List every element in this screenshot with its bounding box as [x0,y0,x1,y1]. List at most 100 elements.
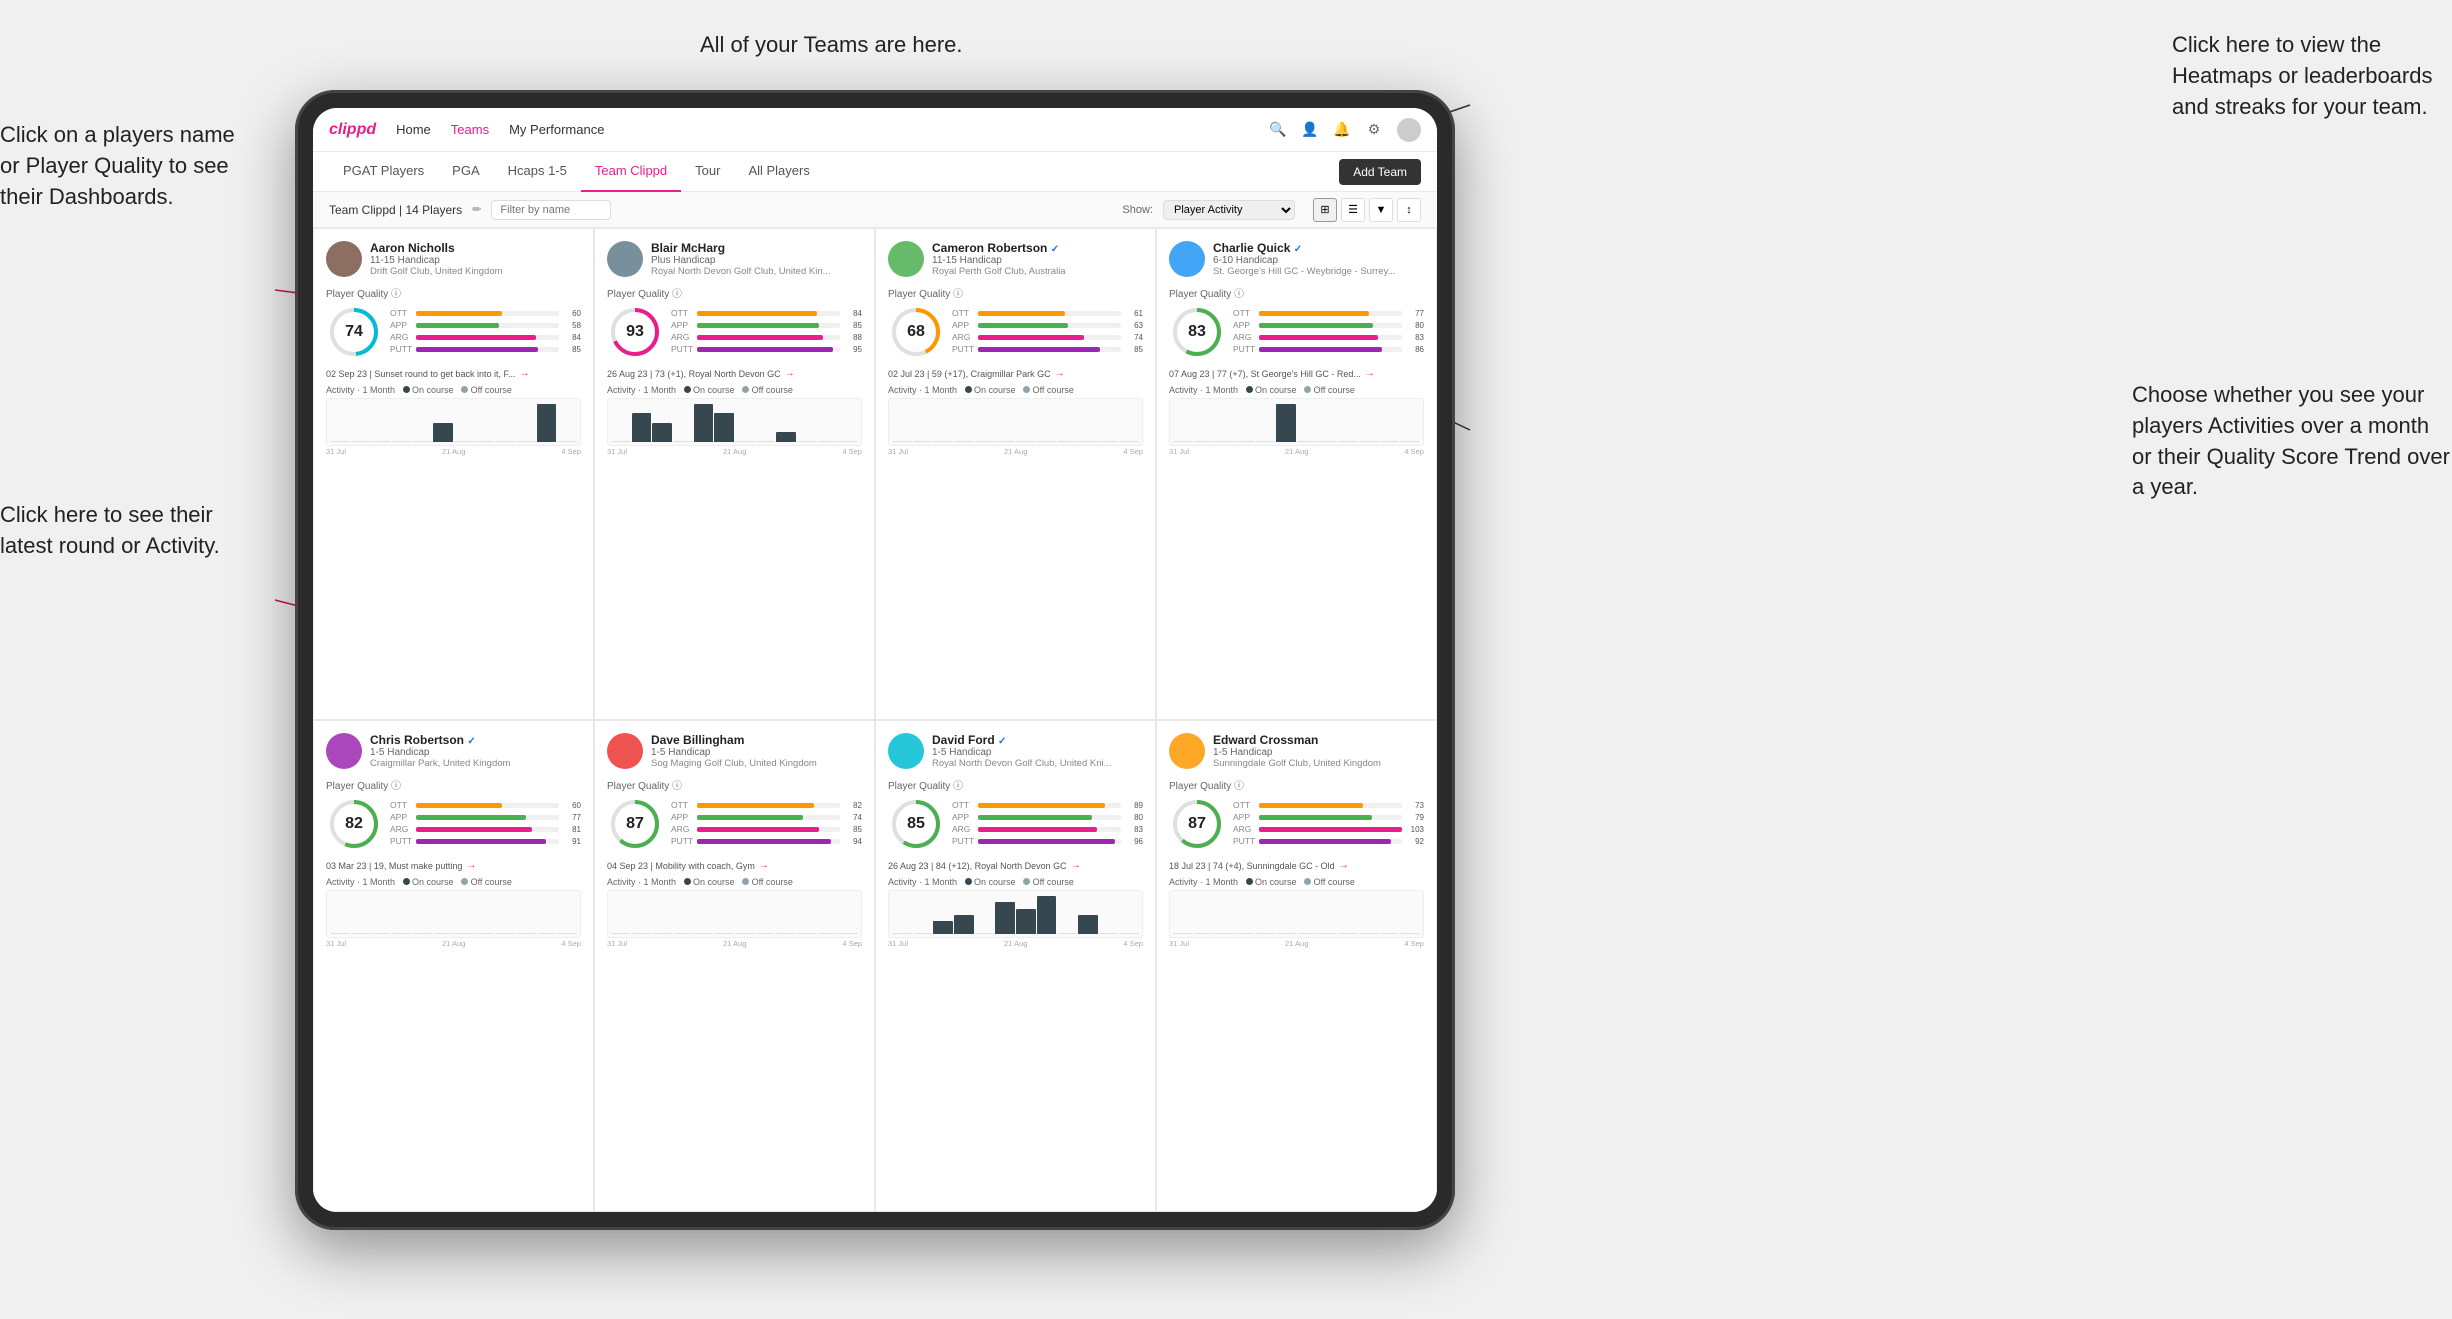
callout-bottom-left: Click here to see their latest round or … [0,500,260,562]
player-card[interactable]: David Ford ✓ 1-5 Handicap Royal North De… [875,720,1156,1212]
grid-view-button[interactable]: ⊞ [1313,198,1337,222]
quality-circle[interactable]: 93 [607,304,663,360]
player-card[interactable]: Aaron Nicholls 11-15 Handicap Drift Golf… [313,228,594,720]
player-card[interactable]: Edward Crossman 1-5 Handicap Sunningdale… [1156,720,1437,1212]
player-name[interactable]: Dave Billingham [651,733,862,747]
latest-round[interactable]: 02 Jul 23 | 59 (+17), Craigmillar Park G… [888,368,1143,379]
player-club: Sunningdale Golf Club, United Kingdom [1213,758,1424,769]
putt-bar: PUTT 85 [390,344,581,354]
avatar[interactable] [1397,118,1421,142]
round-arrow[interactable]: → [466,860,476,871]
quality-circle[interactable]: 68 [888,304,944,360]
quality-section[interactable]: 82 OTT 60 APP 77 ARG [326,796,581,852]
player-card[interactable]: Cameron Robertson ✓ 11-15 Handicap Royal… [875,228,1156,720]
player-card[interactable]: Chris Robertson ✓ 1-5 Handicap Craigmill… [313,720,594,1212]
player-name[interactable]: Blair McHarg [651,241,862,255]
activity-label: Activity · 1 Month On course Off course [1169,877,1424,887]
player-name[interactable]: David Ford ✓ [932,733,1143,747]
callout-top-center: All of your Teams are here. [700,30,963,61]
nav-teams[interactable]: Teams [451,122,489,137]
round-arrow[interactable]: → [1365,368,1375,379]
quality-section[interactable]: 85 OTT 89 APP 80 ARG [888,796,1143,852]
player-name[interactable]: Aaron Nicholls [370,241,581,255]
putt-bar: PUTT 85 [952,344,1143,354]
sort-button[interactable]: ↕ [1397,198,1421,222]
player-card[interactable]: Charlie Quick ✓ 6-10 Handicap St. George… [1156,228,1437,720]
nav-performance[interactable]: My Performance [509,122,604,137]
tab-team-clippd[interactable]: Team Clippd [581,152,681,192]
quality-section[interactable]: 87 OTT 73 APP 79 ARG [1169,796,1424,852]
quality-bars: OTT 84 APP 85 ARG [671,308,862,356]
add-team-button[interactable]: Add Team [1339,159,1421,185]
player-name[interactable]: Charlie Quick ✓ [1213,241,1424,255]
tablet-screen: clippd Home Teams My Performance 🔍 👤 🔔 ⚙… [313,108,1437,1212]
latest-round[interactable]: 04 Sep 23 | Mobility with coach, Gym → [607,860,862,871]
player-name[interactable]: Chris Robertson ✓ [370,733,581,747]
verified-badge: ✓ [1294,244,1302,255]
edit-icon[interactable]: ✏ [472,203,481,216]
player-club: Drift Golf Club, United Kingdom [370,266,581,277]
activity-chart [888,890,1143,938]
chart-dates: 31 Jul 21 Aug 4 Sep [1169,447,1424,456]
tab-tour[interactable]: Tour [681,152,734,192]
round-arrow[interactable]: → [759,860,769,871]
latest-round[interactable]: 02 Sep 23 | Sunset round to get back int… [326,368,581,379]
player-name[interactable]: Cameron Robertson ✓ [932,241,1143,255]
round-arrow[interactable]: → [1055,368,1065,379]
latest-round[interactable]: 03 Mar 23 | 19, Must make putting → [326,860,581,871]
quality-section[interactable]: 83 OTT 77 APP 80 ARG [1169,304,1424,360]
user-icon[interactable]: 👤 [1301,121,1319,139]
round-arrow[interactable]: → [1071,860,1081,871]
quality-bars: OTT 61 APP 63 ARG [952,308,1143,356]
nav-home[interactable]: Home [396,122,431,137]
filter-button[interactable]: ▼ [1369,198,1393,222]
ott-bar: OTT 84 [671,308,862,318]
show-select[interactable]: Player Activity Quality Score Trend [1163,200,1295,220]
quality-section[interactable]: 74 OTT 60 APP 58 ARG [326,304,581,360]
quality-bars: OTT 82 APP 74 ARG [671,800,862,848]
search-icon[interactable]: 🔍 [1269,121,1287,139]
player-header: Dave Billingham 1-5 Handicap Sog Maging … [607,733,862,769]
player-handicap: 1-5 Handicap [932,747,1143,758]
activity-section: Activity · 1 Month On course Off course … [607,385,862,456]
quality-circle[interactable]: 85 [888,796,944,852]
activity-section: Activity · 1 Month On course Off course … [1169,385,1424,456]
player-header: Cameron Robertson ✓ 11-15 Handicap Royal… [888,241,1143,277]
arg-bar: ARG 88 [671,332,862,342]
chart-dates: 31 Jul 21 Aug 4 Sep [326,447,581,456]
quality-number: 68 [907,323,925,341]
quality-circle[interactable]: 87 [1169,796,1225,852]
latest-round[interactable]: 26 Aug 23 | 73 (+1), Royal North Devon G… [607,368,862,379]
player-handicap: 6-10 Handicap [1213,255,1424,266]
quality-circle[interactable]: 74 [326,304,382,360]
player-card[interactable]: Blair McHarg Plus Handicap Royal North D… [594,228,875,720]
latest-round[interactable]: 07 Aug 23 | 77 (+7), St George's Hill GC… [1169,368,1424,379]
quality-section[interactable]: 68 OTT 61 APP 63 ARG [888,304,1143,360]
round-arrow[interactable]: → [519,368,529,379]
player-card[interactable]: Dave Billingham 1-5 Handicap Sog Maging … [594,720,875,1212]
arg-bar: ARG 84 [390,332,581,342]
quality-circle[interactable]: 82 [326,796,382,852]
latest-round[interactable]: 26 Aug 23 | 84 (+12), Royal North Devon … [888,860,1143,871]
tab-hcaps[interactable]: Hcaps 1-5 [494,152,581,192]
latest-round[interactable]: 18 Jul 23 | 74 (+4), Sunningdale GC - Ol… [1169,860,1424,871]
player-header: Blair McHarg Plus Handicap Royal North D… [607,241,862,277]
tab-pgat[interactable]: PGAT Players [329,152,438,192]
activity-section: Activity · 1 Month On course Off course … [607,877,862,948]
round-arrow[interactable]: → [1339,860,1349,871]
quality-circle[interactable]: 83 [1169,304,1225,360]
tab-all-players[interactable]: All Players [734,152,823,192]
list-view-button[interactable]: ☰ [1341,198,1365,222]
tab-pga[interactable]: PGA [438,152,493,192]
callout-bottom-right: Choose whether you see your players Acti… [2132,380,2452,503]
round-arrow[interactable]: → [785,368,795,379]
avatar [888,241,924,277]
quality-section[interactable]: 93 OTT 84 APP 85 ARG [607,304,862,360]
verified-badge: ✓ [1051,244,1059,255]
filter-input[interactable] [491,200,611,220]
quality-circle[interactable]: 87 [607,796,663,852]
bell-icon[interactable]: 🔔 [1333,121,1351,139]
settings-icon[interactable]: ⚙ [1365,121,1383,139]
quality-section[interactable]: 87 OTT 82 APP 74 ARG [607,796,862,852]
player-name[interactable]: Edward Crossman [1213,733,1424,747]
